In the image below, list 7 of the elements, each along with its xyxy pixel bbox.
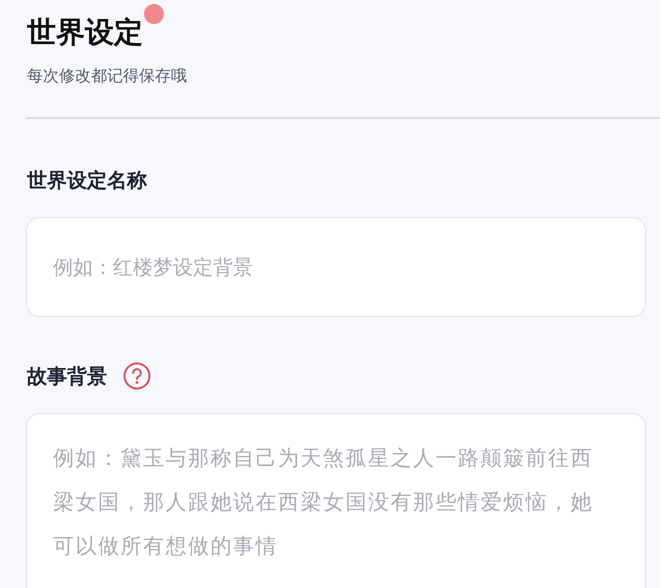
background-text-field[interactable]: 例如：黛玉与那称自己为天煞孤星之人一路颠簸前往西梁女国，那人跟她说在西梁女国没有那些情爱烦恼，她可以做所有想做的事情 bbox=[26, 413, 646, 588]
name-input-field[interactable]: 例如：红楼梦设定背景 bbox=[26, 217, 646, 317]
field-label: 故事背景 bbox=[26, 362, 107, 390]
page-subtitle: 每次修改都记得保存哦 bbox=[26, 65, 188, 87]
page-title: 世界设定 bbox=[26, 14, 143, 51]
help-icon[interactable] bbox=[123, 362, 151, 390]
field-label: 世界设定名称 bbox=[26, 166, 147, 194]
